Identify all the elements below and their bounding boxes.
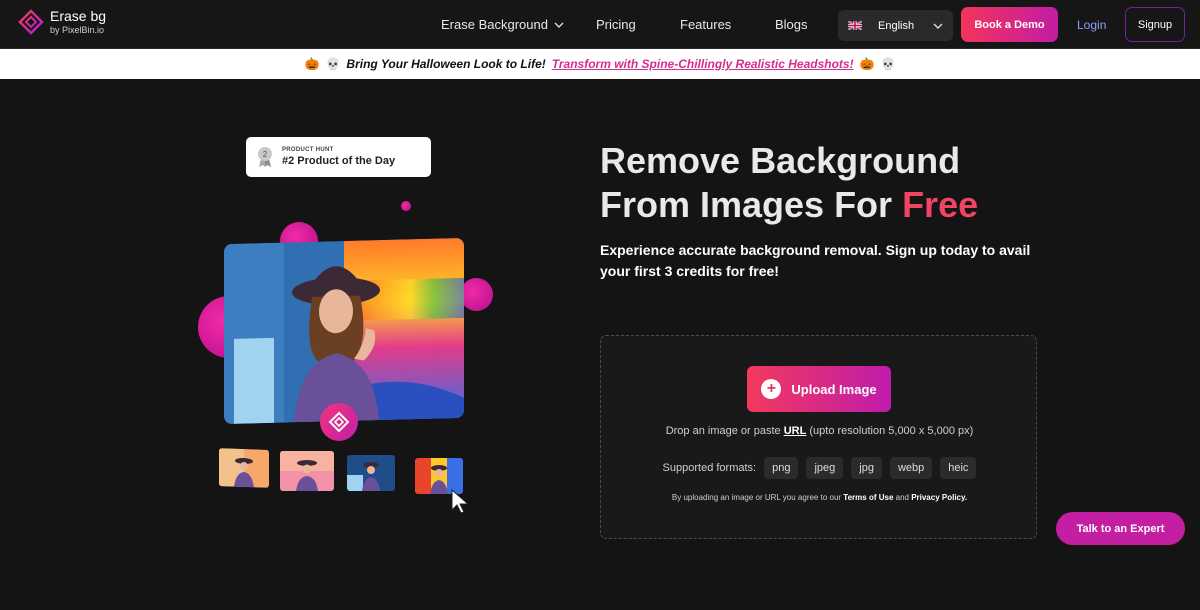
pumpkin-icon: 🎃	[859, 57, 875, 71]
talk-to-expert-button[interactable]: Talk to an Expert	[1056, 512, 1185, 545]
mouse-cursor-icon	[451, 488, 470, 514]
decor-dot	[460, 278, 493, 311]
sample-photo	[224, 237, 464, 425]
privacy-policy-link[interactable]: Privacy Policy.	[911, 493, 967, 502]
hero-title-line2: From Images For	[600, 184, 903, 225]
badge-small-text: PRODUCT HUNT	[282, 147, 334, 153]
drop-resolution-text: (upto resolution 5,000 x 5,000 px)	[806, 425, 974, 437]
paste-url-link[interactable]: URL	[784, 425, 807, 437]
login-link[interactable]: Login	[1077, 18, 1106, 32]
nav-features[interactable]: Features	[680, 17, 775, 32]
upload-image-button[interactable]: + Upload Image	[747, 366, 891, 412]
terms-notice: By uploading an image or URL you agree t…	[601, 493, 1038, 502]
uk-flag-icon	[848, 21, 862, 30]
skull-icon: 💀	[325, 57, 341, 71]
upload-dropzone[interactable]: + Upload Image Drop an image or paste UR…	[600, 335, 1037, 539]
terms-of-use-link[interactable]: Terms of Use	[843, 493, 893, 502]
hero-title-free: Free	[902, 184, 979, 225]
hero-title-line1: Remove Background	[600, 140, 961, 181]
sample-thumbnail[interactable]	[280, 451, 334, 491]
hero-title: Remove Background From Images For Free	[600, 139, 978, 227]
chevron-down-icon	[554, 22, 564, 28]
plus-icon: +	[761, 379, 782, 399]
erasebg-badge-icon	[320, 403, 358, 441]
formats-label: Supported formats:	[662, 462, 757, 474]
skull-icon: 💀	[880, 57, 896, 71]
decor-dot	[401, 201, 411, 211]
woman-photo-illustration	[224, 237, 464, 425]
format-tag: webp	[889, 457, 933, 479]
nav-erase-background[interactable]: Erase Background	[441, 17, 596, 32]
sample-thumbnail[interactable]	[219, 448, 269, 488]
erasebg-logo-icon	[18, 9, 44, 35]
supported-formats: Supported formats: png jpeg jpg webp hei…	[601, 457, 1038, 479]
language-label: English	[878, 19, 915, 32]
logo[interactable]: Erase bg by PixelBin.io	[18, 9, 106, 35]
banner-text: Bring Your Halloween Look to Life!	[346, 57, 546, 71]
medal-rank: 2	[263, 150, 268, 159]
format-tag: png	[764, 457, 799, 479]
format-tag: jpeg	[806, 457, 844, 479]
nav-pricing[interactable]: Pricing	[596, 17, 680, 32]
banner-link[interactable]: Transform with Spine-Chillingly Realisti…	[552, 57, 854, 71]
drop-instructions: Drop an image or paste URL (upto resolut…	[601, 425, 1038, 437]
terms-text: By uploading an image or URL you agree t…	[671, 493, 844, 502]
badge-big-text: #2 Product of the Day	[282, 155, 396, 167]
nav-blogs[interactable]: Blogs	[775, 17, 808, 32]
hero-subtitle: Experience accurate background removal. …	[600, 242, 1031, 279]
drop-text: Drop an image or paste	[665, 425, 784, 437]
chevron-down-icon	[933, 23, 943, 29]
pumpkin-icon: 🎃	[304, 57, 320, 71]
language-select[interactable]: English	[838, 10, 953, 41]
terms-and-text: and	[893, 493, 912, 502]
top-nav: Erase bg by PixelBin.io Erase Background…	[0, 0, 1200, 49]
sample-thumbnail[interactable]	[347, 455, 395, 491]
medal-icon: 2	[258, 147, 272, 167]
book-demo-button[interactable]: Book a Demo	[961, 7, 1058, 42]
format-tag: heic	[940, 457, 977, 479]
signup-button[interactable]: Signup	[1125, 7, 1185, 42]
promo-banner: 🎃 💀 Bring Your Halloween Look to Life! T…	[0, 49, 1200, 79]
nav-erase-background-label: Erase Background	[441, 17, 548, 32]
upload-button-label: Upload Image	[791, 381, 877, 397]
hero-illustration: 2 PRODUCT HUNT #2 Product of the Day	[165, 100, 530, 530]
product-hunt-badge[interactable]: 2 PRODUCT HUNT #2 Product of the Day	[246, 137, 431, 177]
format-tag: jpg	[851, 457, 882, 479]
logo-title: Erase bg	[50, 8, 107, 24]
logo-subtitle: by PixelBin.io	[50, 25, 105, 35]
